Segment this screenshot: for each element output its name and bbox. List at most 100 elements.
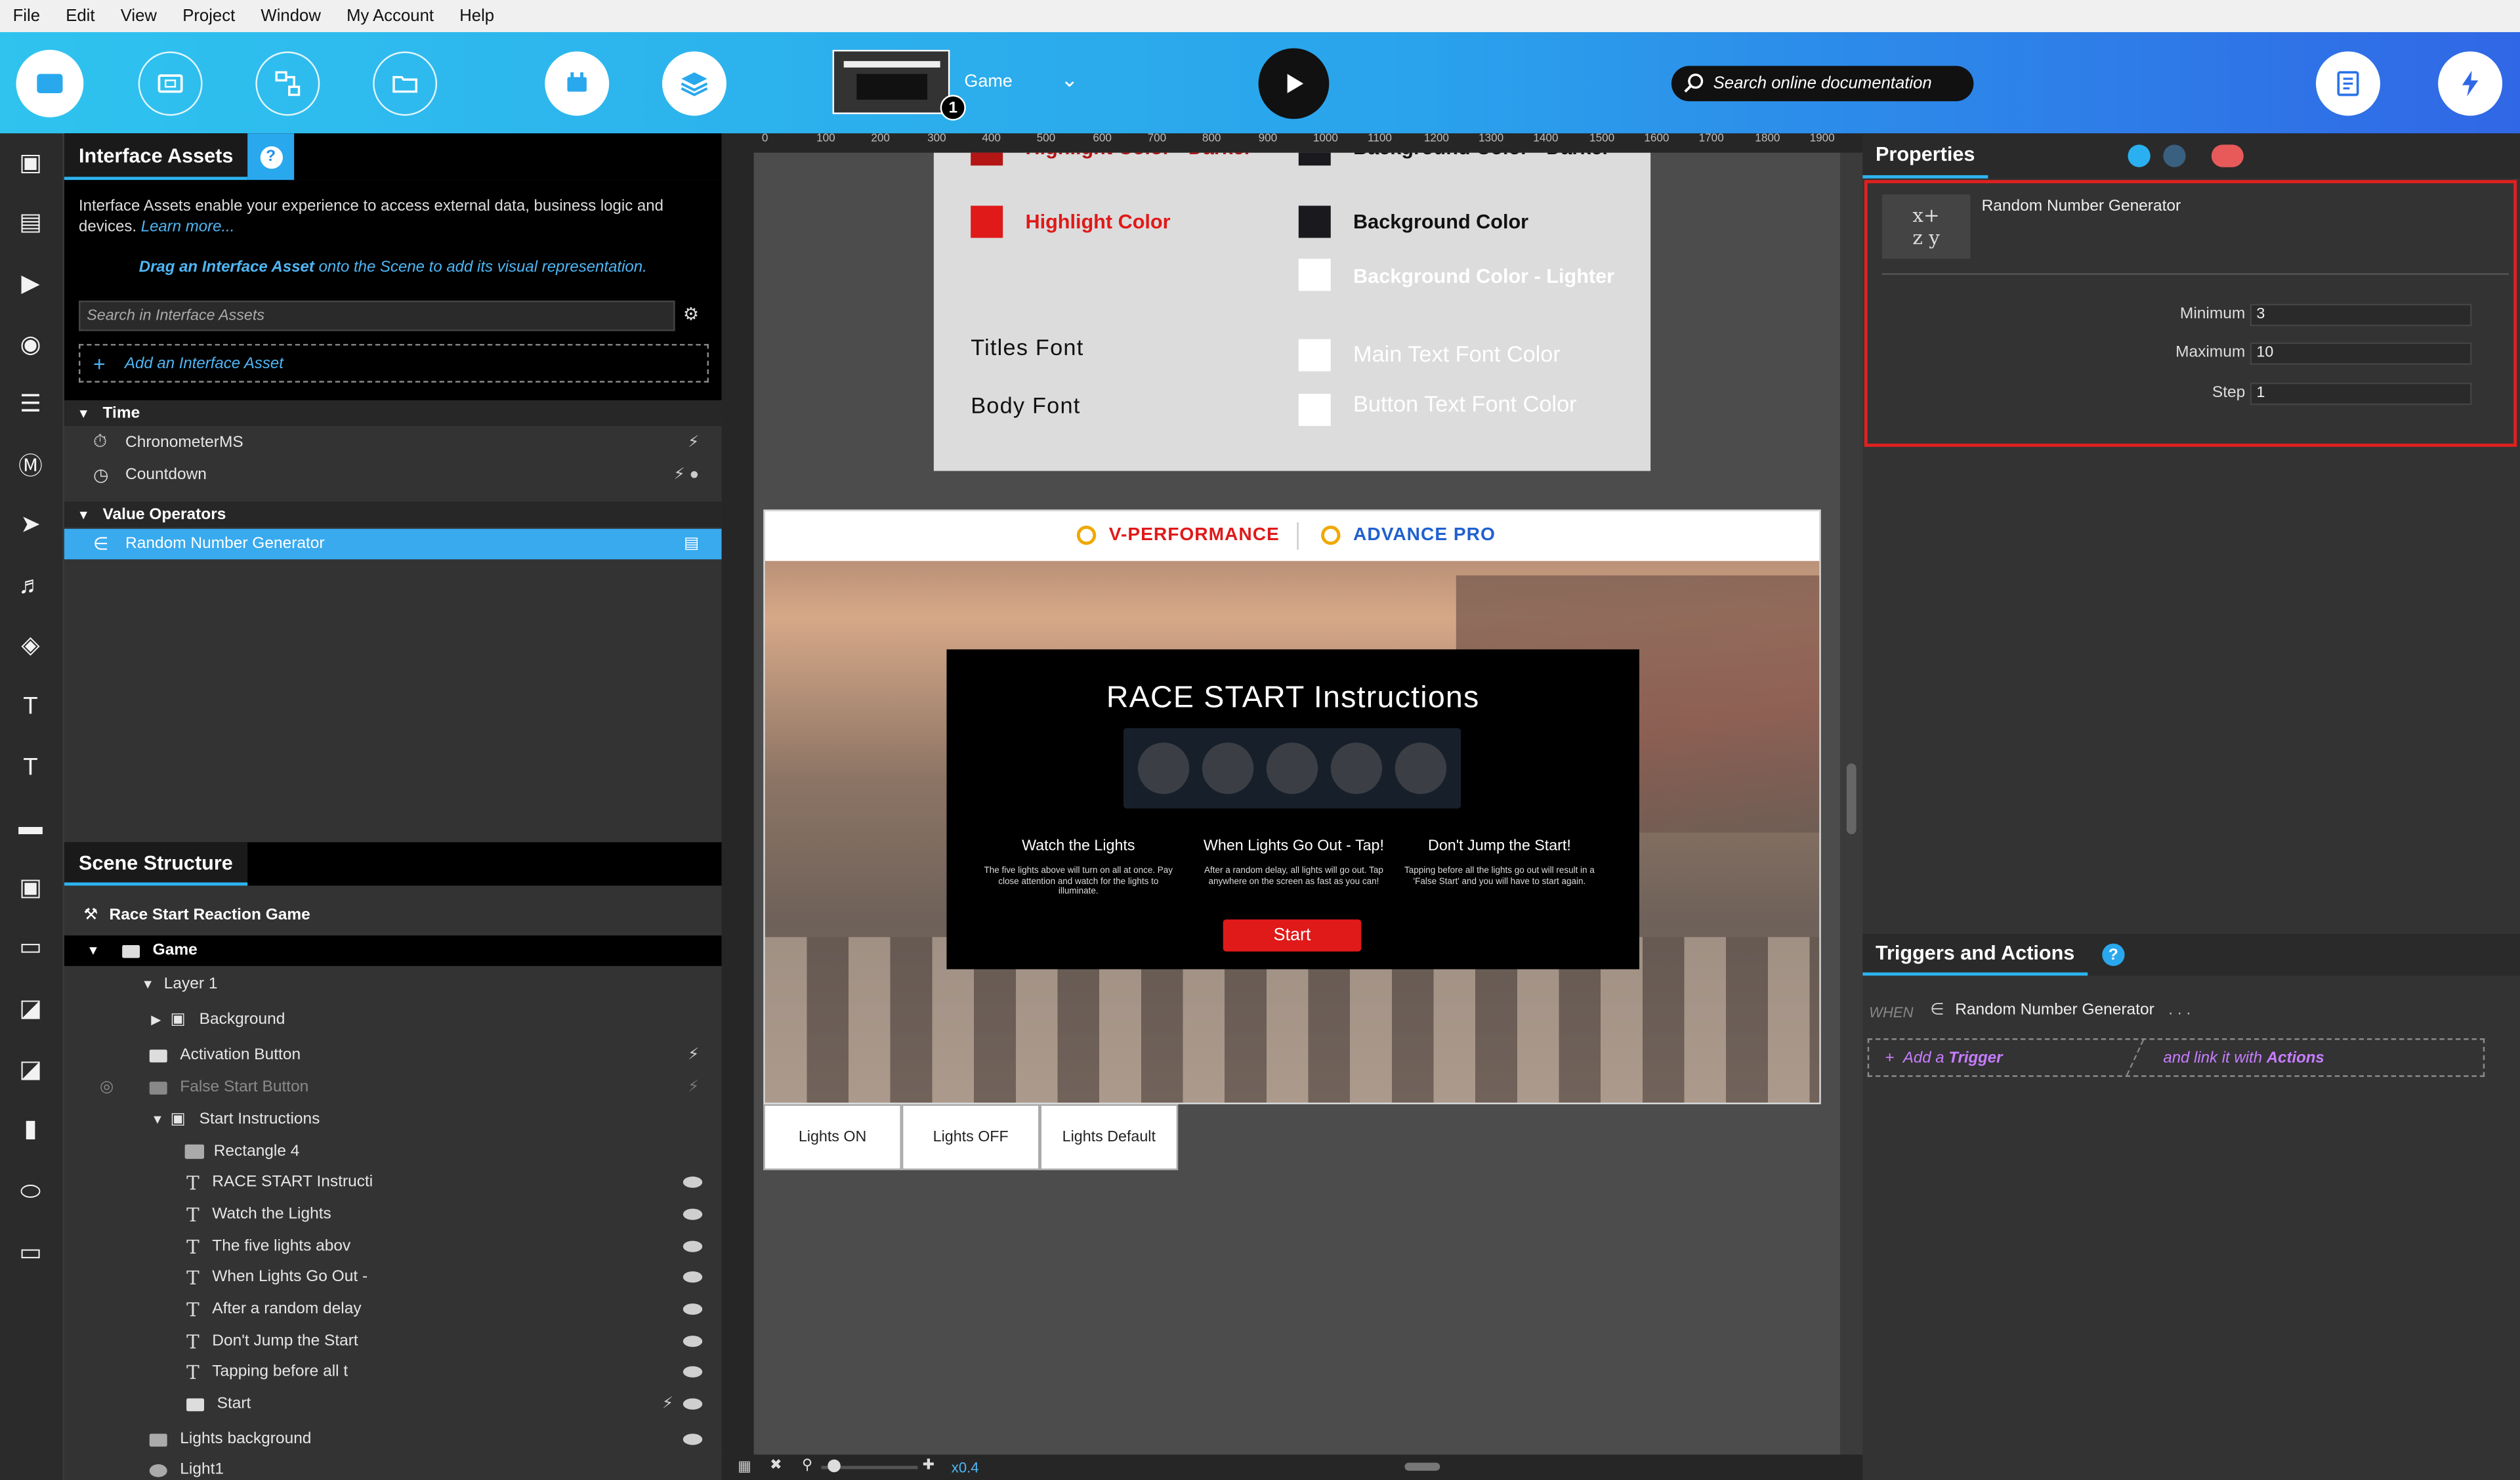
menu-project[interactable]: Project — [170, 7, 248, 26]
scene-row-text[interactable]: T The five lights abov — [64, 1231, 722, 1262]
documentation-search[interactable]: Search online documentation — [1671, 66, 1974, 102]
scene-row-text[interactable]: T After a random delay — [64, 1294, 722, 1324]
triggers-actions-tab[interactable]: Triggers and Actions — [1862, 934, 2088, 976]
section-time[interactable]: ▼ Time — [64, 400, 722, 426]
when-item[interactable]: ∈ Random Number Generator . . . — [1930, 1002, 2191, 1019]
button-widget-icon[interactable]: ▬ — [11, 810, 50, 842]
publish-button[interactable] — [2438, 51, 2503, 116]
project-notes-button[interactable] — [2316, 51, 2380, 116]
film-widget-icon[interactable]: ▤ — [11, 205, 50, 238]
visibility-icon[interactable] — [682, 1366, 703, 1378]
menu-my-account[interactable]: My Account — [334, 7, 447, 26]
tag-icon[interactable] — [2211, 144, 2244, 167]
zoom-slider-thumb[interactable] — [828, 1459, 841, 1473]
properties-tab[interactable]: Properties — [1862, 133, 1988, 179]
fit-icon[interactable]: ✖ — [770, 1456, 782, 1474]
text-input-widget-icon[interactable]: ▭ — [11, 931, 50, 963]
grid-icon[interactable]: ▦ — [738, 1458, 751, 1475]
scene-row-light1[interactable]: Light1 — [64, 1454, 722, 1480]
hidden-eye-icon[interactable]: ◎ — [100, 1078, 150, 1096]
menu-help[interactable]: Help — [447, 7, 507, 26]
play-button[interactable] — [1258, 48, 1330, 119]
visibility-icon[interactable] — [682, 1176, 703, 1188]
interface-assets-button[interactable] — [545, 51, 610, 116]
menu-file[interactable]: File — [0, 7, 53, 26]
globe-icon[interactable] — [2163, 144, 2186, 167]
rich-text-widget-icon[interactable]: T — [11, 751, 50, 783]
interface-assets-tab[interactable]: Interface Assets — [64, 133, 248, 180]
horizontal-scroll-thumb[interactable] — [1404, 1462, 1440, 1471]
asset-countdown[interactable]: ◷ Countdown ⚡︎ ● — [64, 459, 722, 490]
scene-row-text[interactable]: T When Lights Go Out - — [64, 1261, 722, 1292]
add-interface-asset-button[interactable]: + Add an Interface Asset — [79, 344, 709, 383]
scene-structure-tab[interactable]: Scene Structure — [64, 842, 247, 886]
scene-row-text[interactable]: T Tapping before all t — [64, 1357, 722, 1387]
help-icon[interactable]: ? — [2102, 943, 2125, 966]
scene-row-start-instructions[interactable]: ▼ ▣ Start Instructions — [64, 1104, 722, 1135]
devices-button[interactable] — [138, 51, 203, 116]
asset-chronometerms[interactable]: ⏱ ChronometerMS ⚡︎ — [64, 427, 722, 458]
scene-canvas[interactable]: Highlight Color - Darker Highlight Color… — [753, 152, 1841, 1455]
properties-icon[interactable]: ▤ — [684, 536, 699, 553]
ellipse-widget-icon[interactable]: ⬭ — [11, 1175, 50, 1207]
minimum-field[interactable]: 3 — [2250, 303, 2472, 327]
lights-on-button[interactable]: Lights ON — [763, 1104, 902, 1170]
screens-button[interactable] — [16, 49, 84, 117]
audio-widget-icon[interactable]: ♬ — [11, 569, 50, 601]
canvas-vertical-scrollbar[interactable] — [1840, 152, 1863, 1455]
scene-row-text[interactable]: T Watch the Lights — [64, 1199, 722, 1230]
add-trigger-row[interactable]: + Add a Trigger and link it with Actions — [1867, 1038, 2485, 1077]
scroll-thumb[interactable] — [1846, 763, 1857, 835]
scene-thumbnail[interactable] — [832, 49, 950, 114]
scene-row-layer-1[interactable]: ▼ Layer 1 — [64, 969, 722, 1000]
image-button-widget-icon[interactable]: ▣ — [11, 871, 50, 903]
scene-row-rectangle-4[interactable]: Rectangle 4 — [64, 1136, 722, 1167]
step-field[interactable]: 1 — [2250, 382, 2472, 406]
zoom-in-icon[interactable]: ✚ — [923, 1456, 934, 1474]
link-icon[interactable] — [2128, 144, 2151, 167]
scene-row-game[interactable]: ▼ Game — [64, 935, 722, 966]
webcam-widget-icon[interactable]: ◉ — [11, 328, 50, 360]
html-widget-icon[interactable]: ◈ — [11, 629, 50, 661]
flow-button[interactable] — [255, 51, 320, 116]
scene-row-start[interactable]: Start ⚡︎ — [64, 1389, 722, 1420]
maximum-field[interactable]: 10 — [2250, 342, 2472, 365]
visibility-icon[interactable] — [682, 1303, 703, 1315]
visibility-icon[interactable] — [682, 1398, 703, 1410]
game-stage[interactable]: V-PERFORMANCE ADVANCE PRO RACE START Ins… — [763, 509, 1821, 1105]
start-button[interactable]: Start — [1223, 919, 1362, 952]
menu-edit[interactable]: Edit — [53, 7, 108, 26]
interface-assets-search[interactable]: Search in Interface Assets — [79, 300, 675, 331]
visibility-icon[interactable] — [682, 1208, 703, 1220]
scene-row-background[interactable]: ▶ ▣ Background — [64, 1005, 722, 1036]
chevron-down-icon[interactable]: ⌄ — [1060, 68, 1078, 93]
toggle-widget-icon[interactable]: ◪ — [11, 992, 50, 1024]
menu-view[interactable]: View — [108, 7, 169, 26]
add-trigger-button[interactable]: + Add a Trigger — [1885, 1049, 2003, 1067]
interface-assets-help[interactable]: ? — [247, 133, 295, 180]
visibility-icon[interactable] — [682, 1433, 703, 1445]
zoom-out-icon[interactable]: ⚲ — [802, 1456, 812, 1474]
assets-folder-button[interactable] — [373, 51, 438, 116]
rectangle-widget-icon[interactable]: ▭ — [11, 1236, 50, 1268]
more-icon[interactable]: . . . — [2168, 1002, 2191, 1019]
lights-default-button[interactable]: Lights Default — [1040, 1104, 1179, 1170]
image-toggle-widget-icon[interactable]: ◪ — [11, 1053, 50, 1085]
visibility-icon[interactable] — [682, 1240, 703, 1252]
scene-row-activation-button[interactable]: Activation Button ⚡︎ — [64, 1040, 722, 1071]
image-widget-icon[interactable]: ▣ — [11, 146, 50, 179]
scene-name[interactable]: Game — [964, 72, 1012, 91]
scene-row-text[interactable]: T RACE START Instructi — [64, 1167, 722, 1198]
scene-row-text[interactable]: T Don't Jump the Start — [64, 1326, 722, 1357]
web-widget-icon[interactable]: Ⓜ — [11, 448, 50, 480]
progress-widget-icon[interactable]: ▮ — [11, 1112, 50, 1145]
link-actions-button[interactable]: and link it with Actions — [2163, 1049, 2324, 1067]
list-widget-icon[interactable]: ☰ — [11, 387, 50, 419]
visibility-icon[interactable] — [682, 1336, 703, 1347]
lights-off-button[interactable]: Lights OFF — [901, 1104, 1040, 1170]
section-value-operators[interactable]: ▼ Value Operators — [64, 501, 722, 528]
learn-more-link[interactable]: Learn more... — [141, 219, 235, 236]
scene-row-false-start-button[interactable]: ◎ False Start Button ⚡︎ — [64, 1072, 722, 1103]
scene-row-lights-background[interactable]: Lights background — [64, 1424, 722, 1455]
scene-root[interactable]: ⚒ Race Start Reaction Game — [64, 900, 722, 931]
